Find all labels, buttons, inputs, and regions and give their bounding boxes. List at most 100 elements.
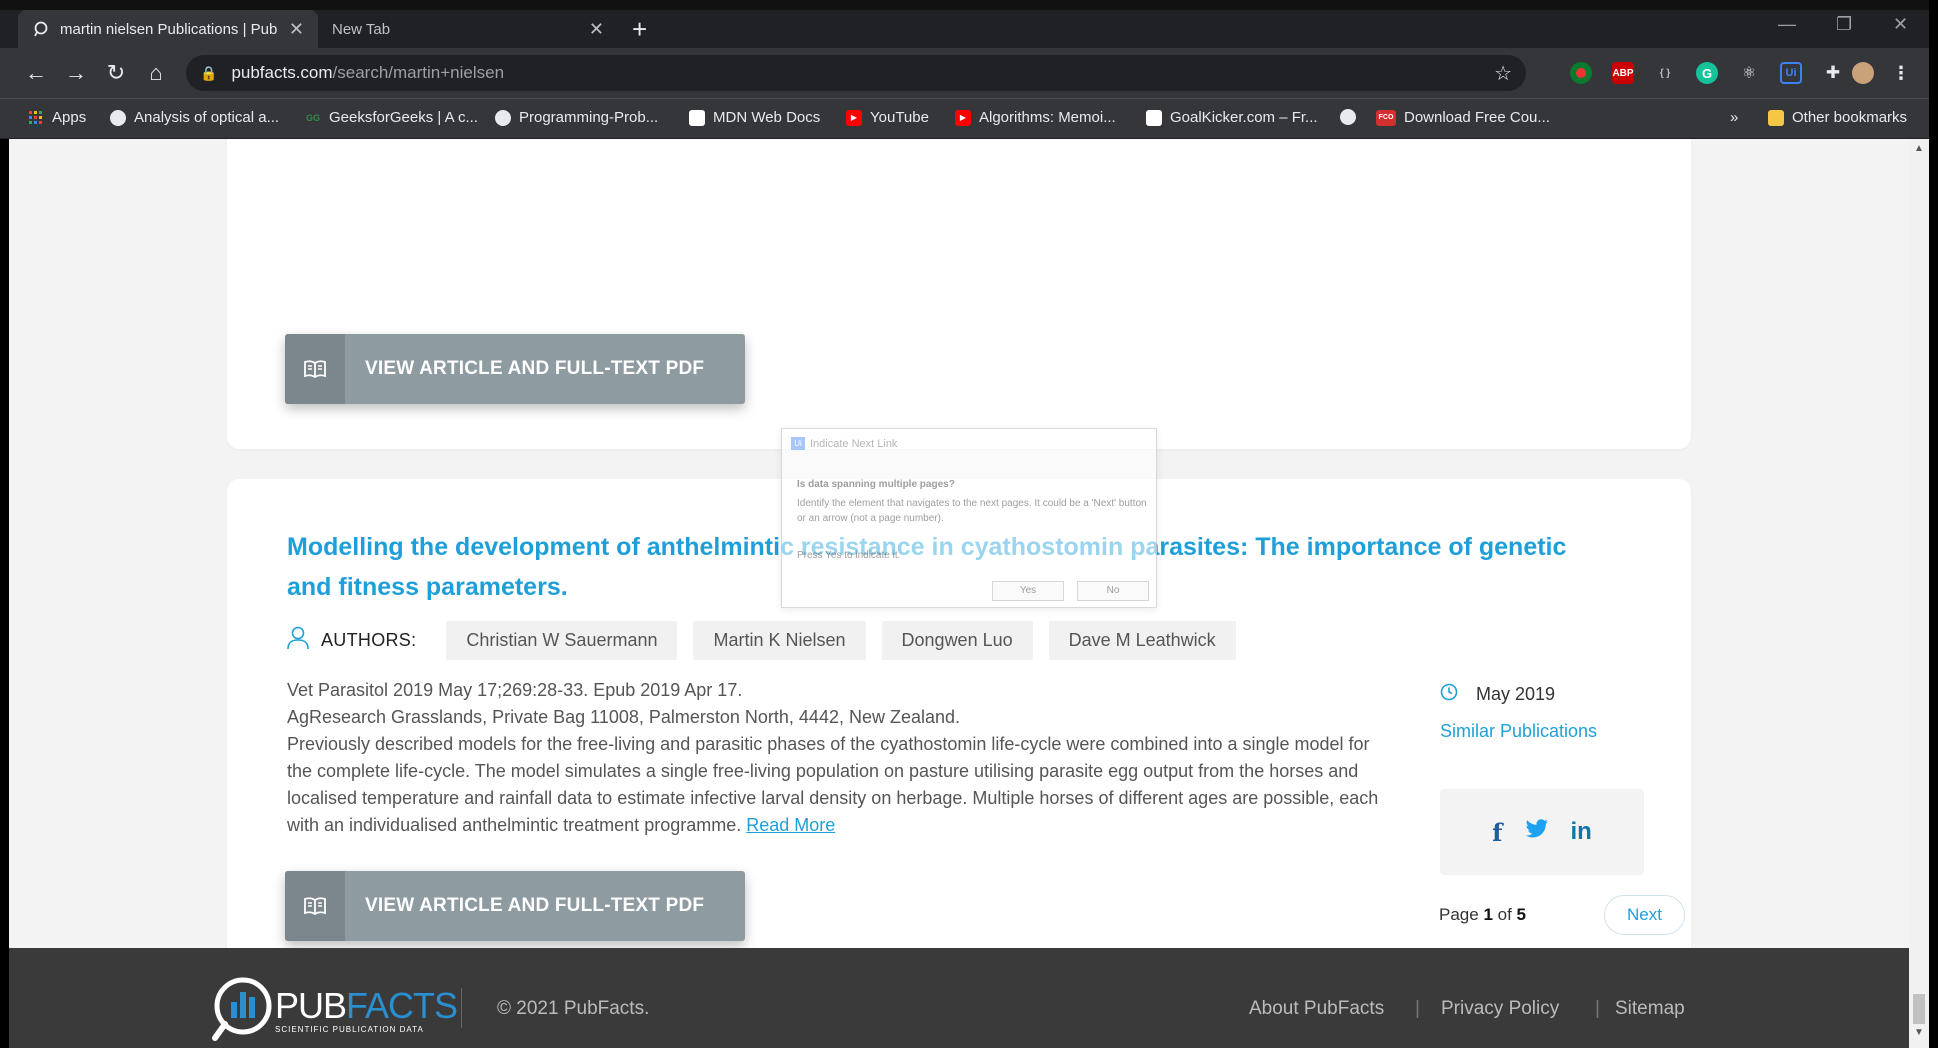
scroll-down-arrow-icon[interactable]: ▼ [1914, 1027, 1924, 1038]
publication-date: May 2019 [1440, 683, 1555, 706]
brand-name: PUBFACTS [275, 984, 458, 1027]
bookmark-globe[interactable] [1340, 109, 1364, 125]
url-host: pubfacts.com [231, 63, 333, 82]
bookmark-label: Other bookmarks [1792, 109, 1908, 126]
more-bookmarks-chevron[interactable]: » [1730, 109, 1738, 126]
bookmark-apps[interactable]: Apps [28, 109, 86, 126]
citation: Vet Parasitol 2019 May 17;269:28-33. Epu… [287, 680, 743, 700]
view-pdf-button[interactable]: VIEW ARTICLE AND FULL-TEXT PDF [285, 871, 745, 941]
tab-new-tab[interactable]: New Tab ✕ [318, 10, 618, 48]
read-more-link[interactable]: Read More [746, 815, 835, 835]
twitter-icon[interactable] [1525, 818, 1549, 846]
screen-edge [1929, 0, 1938, 1048]
taskbar-strip [0, 0, 1938, 10]
tab-label: New Tab [332, 20, 391, 38]
page-info: Page 1 of 5 [1439, 905, 1526, 925]
pubfacts-logo[interactable]: PUBFACTS SCIENTIFIC PUBLICATION DATA [211, 976, 458, 1042]
author-chip[interactable]: Christian W Sauermann [446, 621, 678, 660]
footer-link-privacy[interactable]: Privacy Policy [1441, 998, 1559, 1020]
clock-icon [1440, 683, 1458, 706]
extension-green-icon[interactable] [1570, 62, 1592, 84]
pdf-button-label: VIEW ARTICLE AND FULL-TEXT PDF [365, 895, 705, 916]
current-page: 1 [1483, 905, 1493, 924]
authors-row: AUTHORS: Christian W Sauermann Martin K … [287, 621, 1252, 660]
user-icon [287, 626, 309, 655]
grammarly-icon[interactable]: G [1696, 62, 1718, 84]
scroll-thumb[interactable] [1913, 994, 1925, 1024]
bookmark-label: GoalKicker.com – Fr... [1170, 109, 1318, 126]
dialog-title: Indicate Next Link [810, 438, 898, 450]
forward-icon[interactable]: → [62, 60, 90, 86]
book-icon [285, 871, 345, 941]
author-chip[interactable]: Martin K Nielsen [693, 621, 866, 660]
footer-separator: | [1595, 998, 1600, 1019]
gfg-icon: GG [305, 112, 320, 123]
next-page-button[interactable]: Next [1604, 895, 1685, 935]
uipath-extension-icon[interactable]: Ui [1780, 62, 1802, 84]
goalkicker-icon [1146, 109, 1162, 126]
bookmarks-bar: Apps Analysis of optical a... GG Geeksfo… [0, 98, 1938, 138]
facebook-icon[interactable]: f [1492, 818, 1502, 847]
bookmark-label: GeeksforGeeks | A c... [329, 109, 478, 126]
profile-avatar[interactable] [1852, 62, 1874, 84]
publication-card-previous: VIEW ARTICLE AND FULL-TEXT PDF [227, 139, 1691, 449]
total-pages: 5 [1516, 905, 1526, 924]
scroll-up-arrow-icon[interactable]: ▲ [1914, 143, 1924, 154]
author-chip[interactable]: Dave M Leathwick [1048, 621, 1236, 660]
close-tab-icon[interactable]: ✕ [589, 19, 604, 40]
home-icon[interactable]: ⌂ [142, 60, 170, 86]
page-scrollbar[interactable]: ▲ ▼ [1909, 139, 1929, 1048]
json-extension-icon[interactable]: { } [1654, 62, 1676, 84]
bookmark-label: Programming-Prob... [519, 109, 659, 126]
dialog-question: Is data spanning multiple pages? [797, 479, 955, 490]
bookmark-download-courses[interactable]: FCO Download Free Cou... [1376, 109, 1550, 126]
brand-facts: FACTS [346, 984, 458, 1026]
pubfacts-logo-icon [212, 977, 272, 1041]
bookmark-programming-problems[interactable]: Programming-Prob... [495, 109, 658, 126]
github-icon [495, 109, 511, 126]
reload-icon[interactable]: ↻ [102, 60, 130, 86]
affiliation: AgResearch Grasslands, Private Bag 11008… [287, 707, 961, 727]
bookmark-optical[interactable]: Analysis of optical a... [110, 109, 279, 126]
react-devtools-icon[interactable]: ⚛ [1738, 62, 1760, 84]
pubfacts-favicon-icon [32, 20, 50, 38]
bookmark-other[interactable]: Other bookmarks [1768, 109, 1907, 126]
similar-publications-link[interactable]: Similar Publications [1440, 721, 1597, 742]
book-icon [285, 334, 345, 404]
bookmark-mdn[interactable]: MDN Web Docs [689, 109, 820, 126]
page-prefix: Page [1439, 905, 1484, 924]
pagination: Page 1 of 5 Next [1439, 895, 1685, 935]
linkedin-icon[interactable]: in [1571, 818, 1592, 846]
author-chip[interactable]: Dongwen Luo [881, 621, 1033, 660]
bookmark-geeksforgeeks[interactable]: GG GeeksforGeeks | A c... [305, 109, 478, 126]
back-icon[interactable]: ← [22, 60, 50, 86]
menu-kebab-icon[interactable]: ⋮ [1890, 62, 1912, 84]
tab-pubfacts[interactable]: martin nielsen Publications | Pub ✕ [18, 10, 318, 48]
browser-chrome: martin nielsen Publications | Pub ✕ New … [0, 0, 1938, 139]
footer-link-about[interactable]: About PubFacts [1249, 998, 1384, 1020]
new-tab-button[interactable]: + [632, 14, 647, 44]
dialog-description: Identify the element that navigates to t… [797, 498, 1147, 524]
bookmark-label: Download Free Cou... [1404, 109, 1550, 126]
dialog-no-button[interactable]: No [1077, 581, 1149, 601]
bookmark-algorithms[interactable]: ▶ Algorithms: Memoi... [955, 109, 1116, 126]
indicate-next-link-dialog: Ui Indicate Next Link Is data spanning m… [781, 428, 1157, 608]
pdf-button-label: VIEW ARTICLE AND FULL-TEXT PDF [365, 358, 705, 379]
abstract-text: Previously described models for the free… [287, 731, 1397, 839]
bookmark-goalkicker[interactable]: GoalKicker.com – Fr... [1146, 109, 1318, 126]
browser-toolbar: ← → ↻ ⌂ 🔒 pubfacts.com/search/martin+nie… [0, 48, 1938, 98]
address-bar[interactable]: 🔒 pubfacts.com/search/martin+nielsen ☆ [186, 55, 1526, 91]
restore-icon[interactable]: ❐ [1836, 14, 1852, 35]
fco-icon: FCO [1376, 109, 1396, 126]
bookmark-youtube[interactable]: ▶ YouTube [846, 109, 929, 126]
footer-link-sitemap[interactable]: Sitemap [1615, 998, 1685, 1020]
close-tab-icon[interactable]: ✕ [289, 19, 304, 40]
close-window-icon[interactable]: ✕ [1893, 14, 1908, 35]
adblock-icon[interactable]: ABP [1612, 62, 1634, 84]
bookmark-star-icon[interactable]: ☆ [1494, 61, 1512, 86]
tab-label: martin nielsen Publications | Pub [60, 20, 278, 38]
extensions-puzzle-icon[interactable]: ✚ [1822, 62, 1844, 84]
dialog-yes-button[interactable]: Yes [992, 581, 1064, 601]
view-pdf-button[interactable]: VIEW ARTICLE AND FULL-TEXT PDF [285, 334, 745, 404]
minimize-icon[interactable]: — [1778, 14, 1796, 35]
